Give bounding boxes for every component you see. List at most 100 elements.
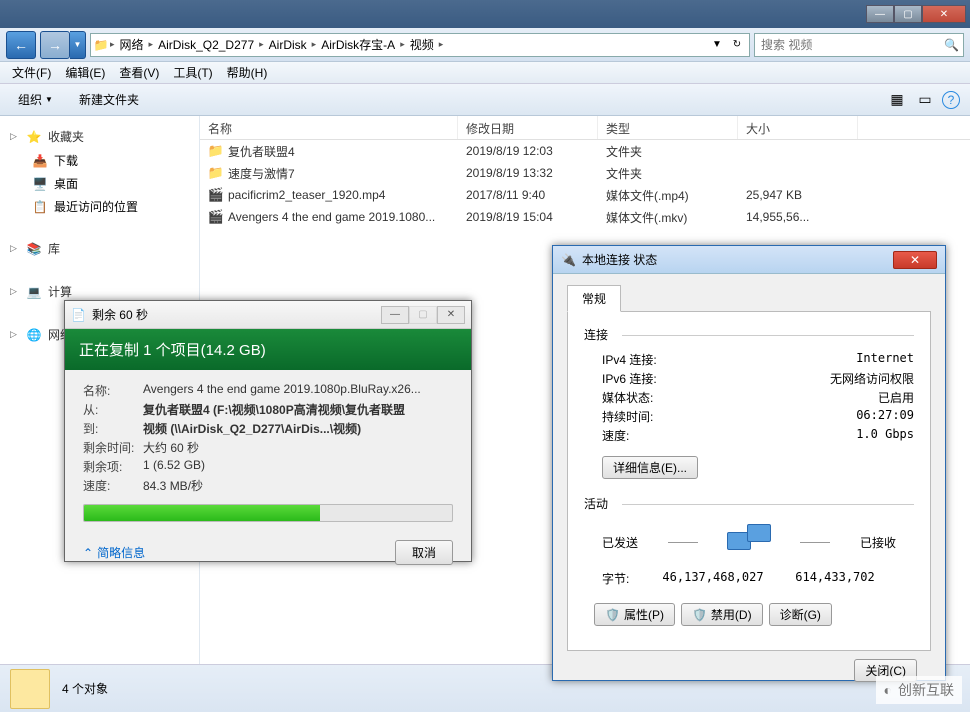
folder-icon: 📁: [93, 37, 109, 53]
star-icon: ⭐: [26, 129, 42, 145]
copy-maximize-button: ▢: [409, 306, 437, 324]
watermark: ◐ 创新互联: [876, 676, 962, 704]
sidebar-library[interactable]: ▷📚库: [0, 236, 199, 261]
nav-back-button[interactable]: ←: [6, 31, 36, 59]
media-label: 媒体状态:: [602, 389, 878, 406]
ipv4-label: IPv4 连接:: [602, 351, 856, 368]
titlebar: — ▢ ✕: [0, 0, 970, 28]
organize-button[interactable]: 组织 ▼: [10, 87, 61, 112]
search-input[interactable]: [759, 37, 944, 53]
file-row[interactable]: 🎬Avengers 4 the end game 2019.1080...201…: [200, 206, 970, 228]
disable-button[interactable]: 🛡️禁用(D): [681, 603, 763, 626]
desktop-icon: 🖥️: [32, 176, 48, 192]
sidebar-favorites[interactable]: ▷⭐收藏夹: [0, 124, 199, 149]
sidebar-item-downloads[interactable]: 📥下载: [0, 149, 199, 172]
menu-view[interactable]: 查看(V): [113, 62, 165, 83]
close-button[interactable]: ✕: [922, 5, 966, 23]
copy-to-value: 视频 (\\AirDisk_Q2_D277\AirDis...\视频): [143, 420, 453, 437]
menubar: 文件(F) 编辑(E) 查看(V) 工具(T) 帮助(H): [0, 62, 970, 84]
copy-speed-value: 84.3 MB/秒: [143, 477, 453, 494]
file-header: 名称 修改日期 类型 大小: [200, 116, 970, 140]
net-title: 本地连接 状态: [582, 251, 657, 268]
watermark-logo-icon: ◐: [884, 682, 892, 698]
preview-pane-button[interactable]: ▭: [914, 89, 936, 111]
maximize-button[interactable]: ▢: [894, 5, 922, 23]
shield-icon: 🛡️: [692, 608, 707, 622]
cancel-button[interactable]: 取消: [395, 540, 453, 565]
search-box[interactable]: 🔍: [754, 33, 964, 57]
minimize-button[interactable]: —: [866, 5, 894, 23]
copy-titlebar: 📄 剩余 60 秒 — ▢ ✕: [65, 301, 471, 329]
sidebar-item-desktop[interactable]: 🖥️桌面: [0, 172, 199, 195]
file-icon: 🎬: [208, 187, 224, 203]
view-mode-button[interactable]: ▦: [886, 89, 908, 111]
file-icon: 🎬: [208, 209, 224, 225]
breadcrumb[interactable]: AirDisk: [265, 36, 311, 54]
file-size: 14,955,56...: [738, 208, 858, 226]
nav-forward-button[interactable]: →: [40, 31, 70, 59]
ipv4-value: Internet: [856, 351, 914, 368]
copy-name-value: Avengers 4 the end game 2019.1080p.BluRa…: [143, 382, 453, 399]
media-value: 已启用: [878, 389, 914, 406]
file-row[interactable]: 📁速度与激情72019/8/19 13:32文件夹: [200, 162, 970, 184]
nav-history-dropdown[interactable]: ▼: [70, 31, 86, 59]
file-type: 文件夹: [598, 141, 738, 162]
addr-dropdown[interactable]: ▼: [707, 35, 727, 55]
sidebar-item-recent[interactable]: 📋最近访问的位置: [0, 195, 199, 218]
properties-button[interactable]: 🛡️属性(P): [594, 603, 675, 626]
copy-heading: 正在复制 1 个项目(14.2 GB): [65, 329, 471, 370]
network-icon: 🌐: [26, 327, 42, 343]
net-titlebar: 🔌 本地连接 状态 ✕: [553, 246, 945, 274]
col-name[interactable]: 名称: [200, 116, 458, 139]
ipv6-value: 无网络访问权限: [830, 370, 914, 387]
copy-close-button[interactable]: ✕: [437, 306, 465, 324]
file-date: 2019/8/19 13:32: [458, 164, 598, 182]
file-size: [738, 171, 858, 175]
network-status-dialog: 🔌 本地连接 状态 ✕ 常规 连接 IPv4 连接:Internet IPv6 …: [552, 245, 946, 681]
address-bar[interactable]: 📁 ▸ 网络▸ AirDisk_Q2_D277▸ AirDisk▸ AirDis…: [90, 33, 750, 57]
library-icon: 📚: [26, 241, 42, 257]
copy-from-value: 复仇者联盟4 (F:\视频\1080P高清视频\复仇者联盟: [143, 401, 453, 418]
breadcrumb[interactable]: 网络: [116, 34, 148, 55]
bytes-sent-value: 46,137,468,027: [652, 570, 774, 587]
file-row[interactable]: 🎬pacificrim2_teaser_1920.mp42017/8/11 9:…: [200, 184, 970, 206]
net-close-button[interactable]: ✕: [893, 251, 937, 269]
copy-dialog: 📄 剩余 60 秒 — ▢ ✕ 正在复制 1 个项目(14.2 GB) 名称:A…: [64, 300, 472, 562]
copy-details-toggle[interactable]: ⌃简略信息: [83, 544, 145, 561]
menu-help[interactable]: 帮助(H): [221, 62, 274, 83]
download-icon: 📥: [32, 153, 48, 169]
file-row[interactable]: 📁复仇者联盟42019/8/19 12:03文件夹: [200, 140, 970, 162]
breadcrumb[interactable]: AirDisk_Q2_D277: [154, 36, 258, 54]
duration-value: 06:27:09: [856, 408, 914, 425]
file-size: [738, 149, 858, 153]
copy-items-value: 1 (6.52 GB): [143, 458, 453, 475]
refresh-button[interactable]: ↻: [727, 35, 747, 55]
col-date[interactable]: 修改日期: [458, 116, 598, 139]
duration-label: 持续时间:: [602, 408, 856, 425]
details-button[interactable]: 详细信息(E)...: [602, 456, 698, 479]
breadcrumb[interactable]: 视频: [406, 34, 438, 55]
help-icon[interactable]: ?: [942, 91, 960, 109]
col-type[interactable]: 类型: [598, 116, 738, 139]
new-folder-button[interactable]: 新建文件夹: [71, 87, 147, 112]
breadcrumb[interactable]: AirDisk存宝-A: [317, 34, 399, 55]
copy-icon: 📄: [71, 308, 86, 322]
file-icon: 📁: [208, 143, 224, 159]
menu-edit[interactable]: 编辑(E): [59, 62, 111, 83]
diagnose-button[interactable]: 诊断(G): [769, 603, 832, 626]
folder-large-icon: [10, 669, 50, 709]
bytes-label: 字节:: [602, 570, 652, 587]
copy-to-label: 到:: [83, 420, 143, 437]
menu-file[interactable]: 文件(F): [6, 62, 57, 83]
col-size[interactable]: 大小: [738, 116, 858, 139]
connect-group: 连接: [584, 326, 914, 343]
menu-tools[interactable]: 工具(T): [167, 62, 218, 83]
network-icon: 🔌: [561, 253, 576, 267]
copy-minimize-button[interactable]: —: [381, 306, 409, 324]
copy-items-label: 剩余项:: [83, 458, 143, 475]
file-name: pacificrim2_teaser_1920.mp4: [228, 188, 385, 202]
tab-general[interactable]: 常规: [567, 285, 621, 312]
ipv6-label: IPv6 连接:: [602, 370, 830, 387]
shield-icon: 🛡️: [605, 608, 620, 622]
search-icon[interactable]: 🔍: [944, 38, 959, 52]
